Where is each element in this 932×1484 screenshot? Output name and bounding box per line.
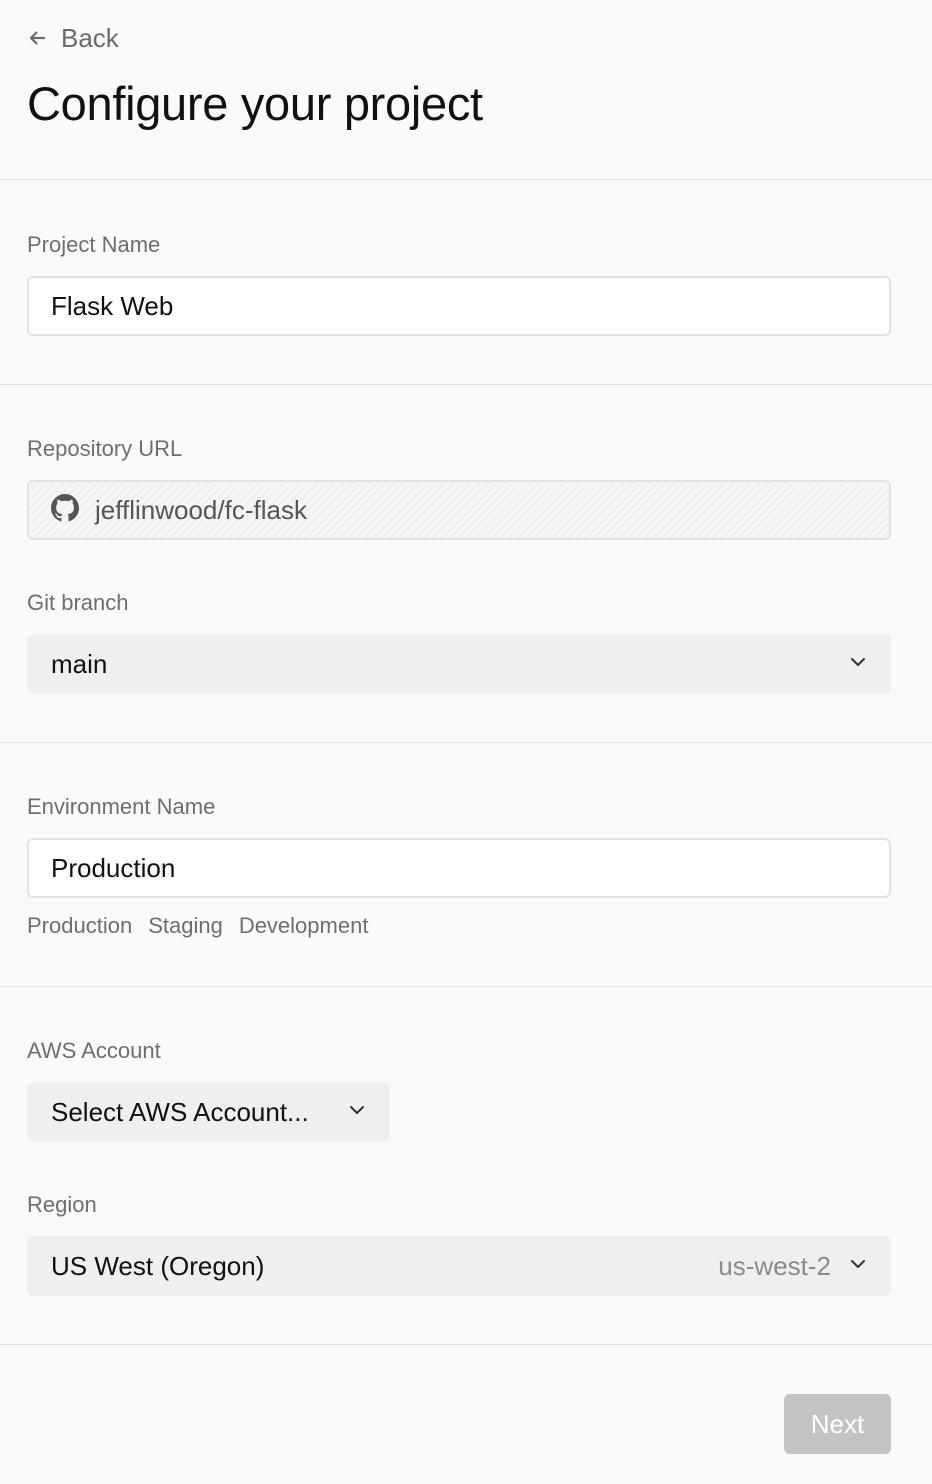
arrow-left-icon bbox=[27, 28, 47, 48]
project-name-input[interactable] bbox=[27, 276, 891, 336]
back-link[interactable]: Back bbox=[27, 22, 119, 54]
chevron-down-icon bbox=[849, 1255, 867, 1278]
git-branch-select[interactable]: main bbox=[27, 634, 891, 694]
aws-account-select[interactable]: Select AWS Account... bbox=[27, 1082, 390, 1142]
region-value: US West (Oregon) bbox=[51, 1250, 265, 1281]
aws-account-value: Select AWS Account... bbox=[51, 1096, 309, 1127]
aws-account-label: AWS Account bbox=[27, 1038, 161, 1063]
suggestion-development[interactable]: Development bbox=[239, 912, 369, 940]
project-name-section: Project Name bbox=[0, 180, 932, 385]
github-icon bbox=[51, 493, 79, 527]
back-label: Back bbox=[61, 22, 119, 53]
environment-name-label: Environment Name bbox=[27, 794, 216, 819]
repository-section: Repository URL jefflinwood/fc-flask Git … bbox=[0, 385, 932, 743]
repository-url-value: jefflinwood/fc-flask bbox=[95, 494, 307, 525]
aws-section: AWS Account Select AWS Account... Region… bbox=[0, 987, 932, 1345]
environment-section: Environment Name Production Staging Deve… bbox=[0, 743, 932, 987]
chevron-down-icon bbox=[849, 653, 867, 676]
project-name-label: Project Name bbox=[27, 232, 161, 257]
environment-name-input[interactable] bbox=[27, 838, 891, 898]
repository-url-field: jefflinwood/fc-flask bbox=[27, 480, 891, 540]
page-header: Back Configure your project bbox=[0, 0, 932, 180]
environment-suggestions: Production Staging Development bbox=[27, 912, 368, 940]
region-label: Region bbox=[27, 1192, 97, 1217]
next-button[interactable]: Next bbox=[784, 1394, 891, 1454]
suggestion-staging[interactable]: Staging bbox=[148, 912, 223, 940]
chevron-down-icon bbox=[348, 1101, 366, 1124]
page-title: Configure your project bbox=[27, 77, 483, 130]
git-branch-label: Git branch bbox=[27, 590, 129, 615]
repository-url-label: Repository URL bbox=[27, 436, 183, 461]
suggestion-production[interactable]: Production bbox=[27, 912, 132, 940]
region-select[interactable]: US West (Oregon) us-west-2 bbox=[27, 1236, 891, 1296]
git-branch-value: main bbox=[51, 648, 108, 679]
region-code: us-west-2 bbox=[718, 1250, 831, 1281]
